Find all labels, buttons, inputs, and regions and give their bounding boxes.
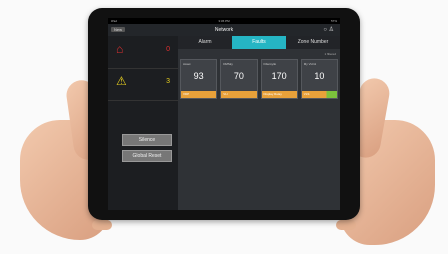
fire-alarm-card[interactable]: ⌂ 0: [108, 36, 178, 69]
global-reset-button[interactable]: Global Reset: [122, 150, 172, 162]
new-button[interactable]: New: [111, 27, 126, 32]
clock: 3:36 PM: [218, 19, 230, 23]
device-value: 70: [233, 71, 244, 81]
device-name: My VLI11: [303, 62, 317, 66]
device-value: 10: [314, 71, 325, 81]
tab-alarm[interactable]: Alarm: [178, 36, 232, 49]
device-card[interactable]: Asset 93 VDP: [180, 59, 218, 99]
device-card[interactable]: Filtersyllo 170 Display Relay: [260, 59, 298, 99]
device-type: Display Relay: [263, 92, 282, 96]
device-card[interactable]: DMSky 70 VLI: [220, 59, 258, 99]
tab-bar: Alarm Faults Zone Number: [178, 36, 340, 49]
tab-faults[interactable]: Faults: [232, 36, 286, 49]
carrier-label: iPad: [111, 19, 118, 23]
fault-count: 3: [166, 78, 170, 85]
faults-panel: 1 filtered Asset 93 VDP DMSky 70 VLI Fil…: [178, 49, 340, 210]
battery-label: 57%: [330, 19, 337, 23]
device-name: Filtersyllo: [263, 62, 277, 66]
fault-card[interactable]: ⚠ 3: [108, 68, 178, 101]
device-card[interactable]: My VLI11 10 VLS: [300, 59, 338, 99]
app-bar: New Network ○ ♙: [108, 24, 340, 36]
search-icon[interactable]: ○: [323, 27, 327, 33]
sidebar: ⌂ 0 ⚠ 3 Silence Global Reset: [108, 36, 178, 210]
filter-summary: 1 filtered: [324, 52, 336, 56]
silence-button[interactable]: Silence: [122, 134, 172, 146]
device-name: Asset: [183, 62, 191, 66]
device-type: VLI: [223, 92, 228, 96]
device-cards: Asset 93 VDP DMSky 70 VLI Filtersyllo 17…: [180, 59, 338, 99]
user-icon[interactable]: ♙: [329, 27, 334, 33]
left-finger: [92, 220, 112, 230]
tablet-device: iPad 3:36 PM 57% New Network ○ ♙ ⌂ 0 ⚠ 3…: [88, 8, 360, 220]
device-name: DMSky: [223, 62, 233, 66]
tablet-screen: iPad 3:36 PM 57% New Network ○ ♙ ⌂ 0 ⚠ 3…: [108, 18, 340, 210]
device-type: VDP: [183, 92, 190, 96]
house-fire-icon: ⌂: [116, 42, 124, 56]
right-finger: [336, 220, 356, 230]
tab-zone-number[interactable]: Zone Number: [286, 36, 340, 49]
warning-triangle-icon: ⚠: [116, 74, 127, 88]
fire-count: 0: [166, 46, 170, 53]
device-type: VLS: [303, 92, 310, 96]
device-value: 170: [271, 71, 287, 81]
page-title: Network: [214, 27, 234, 33]
device-value: 93: [193, 71, 204, 81]
